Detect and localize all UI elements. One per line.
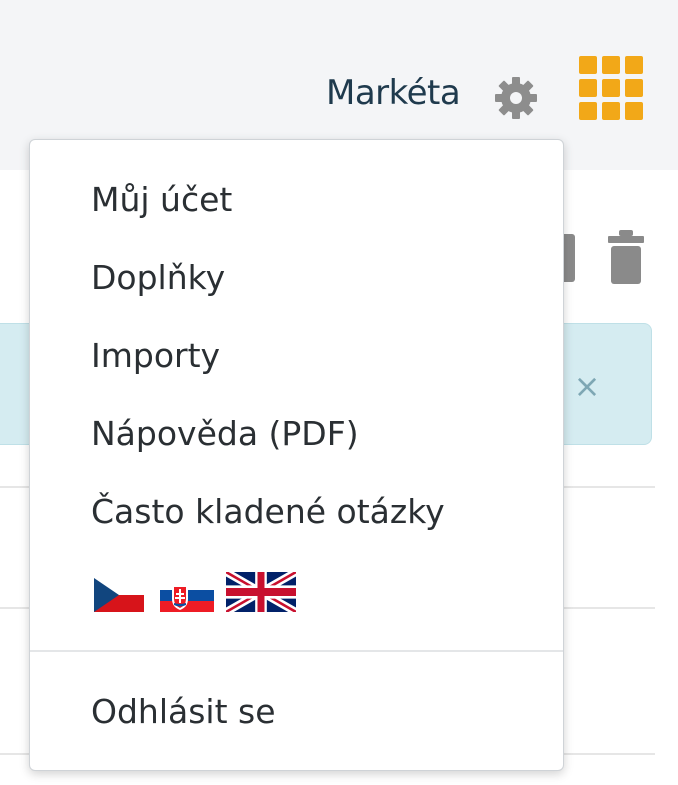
gb-flag-icon[interactable] [226,572,296,612]
user-dropdown-menu: Můj účet Doplňky Importy Nápověda (PDF) … [29,139,564,771]
menu-divider [30,650,563,652]
trash-icon[interactable] [607,230,645,284]
alert-close-button[interactable]: × [572,366,602,406]
username-label[interactable]: Markéta [326,68,461,118]
gear-icon[interactable] [492,74,540,122]
menu-item-addons[interactable]: Doplňky [91,248,225,308]
sk-flag-icon[interactable] [160,578,214,612]
menu-item-my-account[interactable]: Můj účet [91,170,232,230]
menu-item-logout[interactable]: Odhlásit se [91,682,276,742]
menu-item-help-pdf[interactable]: Nápověda (PDF) [91,404,359,464]
cs-flag-icon[interactable] [94,578,144,612]
menu-item-imports[interactable]: Importy [91,326,220,386]
menu-item-faq[interactable]: Často kladené otázky [91,482,445,542]
grid-icon[interactable] [579,56,643,120]
